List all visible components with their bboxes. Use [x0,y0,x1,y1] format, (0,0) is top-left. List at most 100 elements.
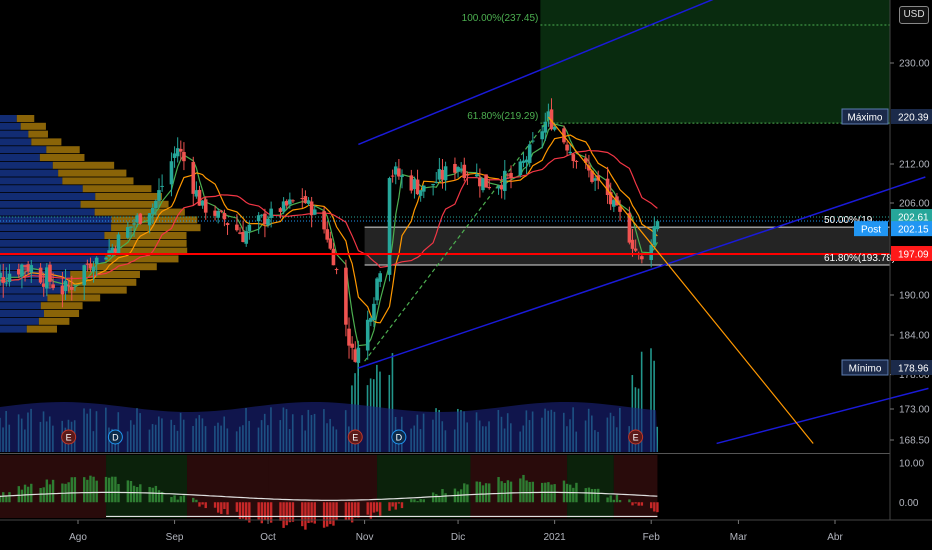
event-marker: D [107,429,123,445]
candle-body [17,269,21,275]
oscillator-bar [266,502,270,521]
profile-bar-gold [52,161,115,169]
candle-body [303,196,308,204]
currency-button[interactable]: USD [899,6,929,24]
oscillator-bar [92,476,95,503]
candle-body [437,169,442,180]
candle-body [150,207,155,214]
oscillator-bar [484,483,488,503]
candle-body [200,200,205,206]
candle-body [605,178,610,196]
candle-body [51,284,55,289]
oscillator-bar [587,487,591,503]
oscillator-bar [456,491,460,503]
oscillator-bar [135,486,139,503]
oscillator-bar [378,502,382,516]
event-marker-letter: E [633,433,639,443]
event-marker: E [628,429,644,445]
oscillator-tick-label: 10.00 [899,458,924,469]
oscillator-bar [170,497,173,503]
candle-body [169,161,174,185]
candle-body [568,151,573,154]
oscillator-bar [23,484,27,503]
oscillator-bar [391,502,394,507]
oscillator-bar [553,484,556,503]
oscillator-bar [192,497,195,503]
time-tick-label: Oct [260,532,276,543]
candle-body [203,199,208,213]
candle-body [574,160,579,162]
time-tick-label: Sep [166,532,184,543]
stock-chart[interactable]: 100.00%(237.45)61.80%(219.29)50.00%(1961… [0,0,932,550]
fib-label: 100.00%(237.45) [462,13,539,24]
oscillator-bar [2,492,5,503]
profile-bar-gold [67,286,127,294]
oscillator-bar [584,488,587,503]
profile-bar-gold [20,122,46,130]
candle-body [197,189,202,206]
profile-bar-blue [0,146,47,154]
oscillator-bar [597,488,600,503]
oscillator-bar [419,498,422,503]
candle-body [300,198,305,200]
profile-bar-blue [0,232,105,239]
oscillator-bar [572,487,575,503]
oscillator-bar [83,477,86,503]
candle-body [309,201,314,216]
time-tick-label: Feb [643,532,661,543]
candle-body [73,284,77,286]
oscillator-bar [104,476,108,503]
candle-body [278,208,283,212]
price-tag-label: Post [861,225,881,236]
oscillator-bar [67,482,70,503]
candle-body [443,166,448,181]
oscillator-bar [51,479,55,503]
profile-bar-blue [0,193,96,200]
oscillator-bar [17,486,21,503]
oscillator-bar [569,484,572,503]
oscillator-bar [593,488,597,503]
candle-body [481,178,485,191]
price-tag-value: 178.96 [898,364,929,375]
profile-bar-gold [62,177,134,185]
candle-body [434,181,439,183]
profile-bar-gold [46,146,80,154]
price-tag-post: Post 202.15 [854,221,932,237]
candle-body [499,185,504,190]
candle-body [69,286,74,290]
profile-bar-gold [95,193,163,200]
oscillator-bar [615,494,619,503]
oscillator-bar [394,502,397,510]
oscillator-bar [42,487,45,503]
candle-body [527,144,532,163]
candle-body [91,266,96,272]
profile-bar-blue [0,138,32,146]
oscillator-bar [637,502,640,506]
oscillator-bar [640,502,644,506]
candle-body [565,144,569,151]
candle-body [23,265,27,267]
candle-body [524,159,529,163]
oscillator-bar [226,502,229,515]
candle-body [266,218,270,226]
price-tick-label: 168.50 [899,436,930,447]
oscillator-bar [114,476,117,503]
candle-body [509,172,513,179]
oscillator-bar [39,487,42,503]
candle-body [213,210,217,216]
profile-bar-blue [0,294,48,302]
profile-bar-blue [0,185,83,193]
candle-body [269,208,273,218]
oscillator-band [567,455,614,518]
oscillator-bar [400,502,404,509]
oscillator-bar [653,502,656,512]
oscillator-bar [5,495,8,503]
event-marker-letter: D [396,433,403,443]
profile-bar-gold [39,154,85,161]
oscillator-bar [550,484,553,503]
candle-body [66,285,71,287]
candle-body [397,168,401,177]
oscillator-bar [609,495,612,503]
oscillator-bar [89,475,92,503]
candle-body [421,185,426,192]
